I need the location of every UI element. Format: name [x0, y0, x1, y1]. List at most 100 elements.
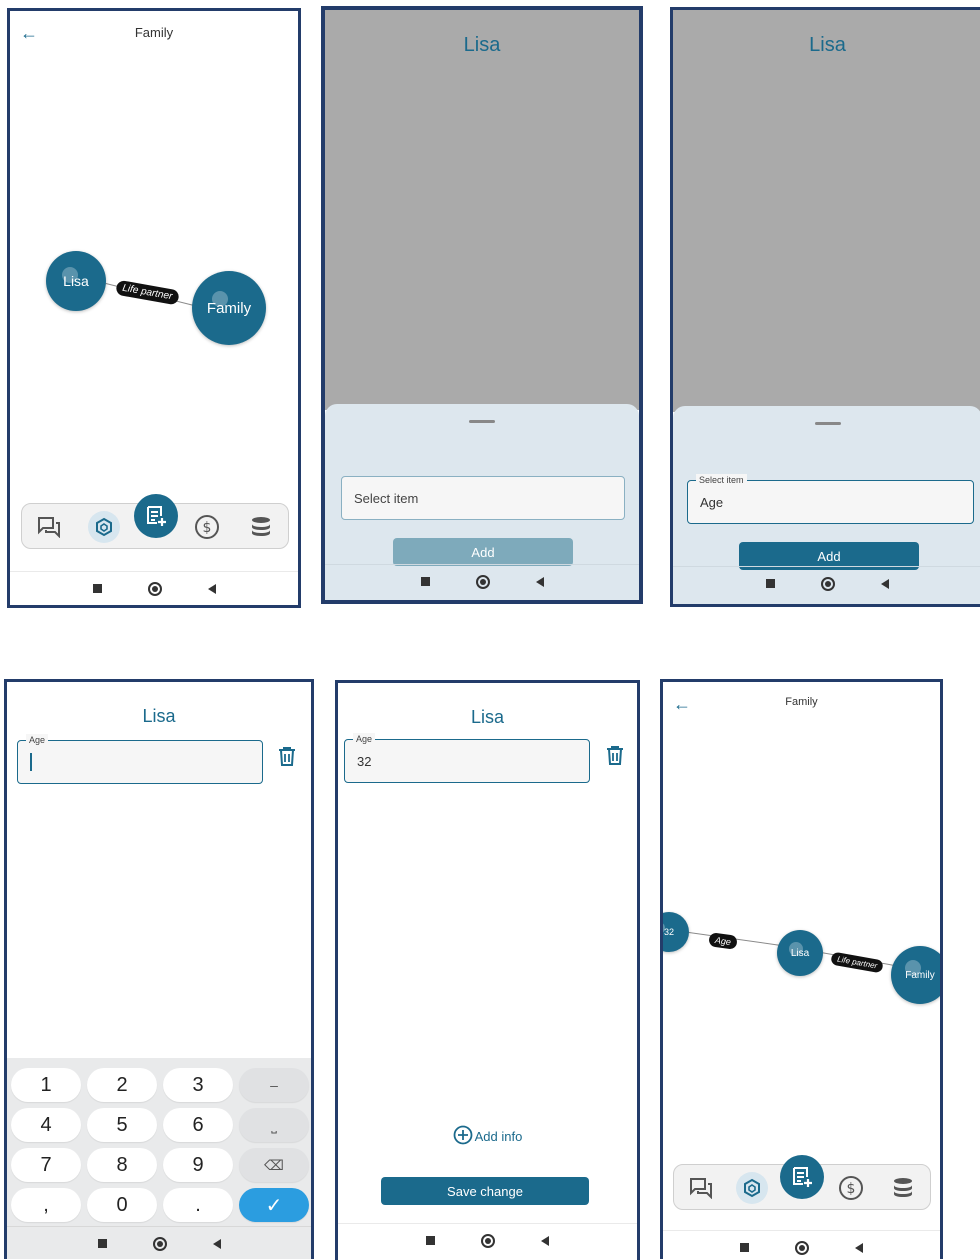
field-value: 32 — [357, 753, 372, 769]
field-placeholder: Select item — [354, 490, 419, 506]
svg-text:$: $ — [847, 1181, 856, 1197]
recent-apps-icon[interactable] — [766, 579, 775, 588]
node-label: Lisa — [63, 273, 89, 289]
key-minus[interactable]: – — [239, 1068, 309, 1102]
page-title: Family — [785, 696, 818, 708]
database-icon[interactable] — [890, 1175, 916, 1201]
screen-family-graph: ← Family Lisa Life partner Family $ — [7, 8, 301, 608]
back-nav-icon[interactable] — [881, 578, 889, 589]
select-item-field[interactable]: Select item — [341, 476, 625, 520]
edge-label[interactable]: Life partner — [830, 951, 885, 974]
edge-label[interactable]: Age — [708, 932, 738, 950]
system-nav-bar — [673, 566, 980, 600]
system-nav-bar — [338, 1223, 637, 1257]
add-info-button[interactable]: Add info — [338, 1125, 637, 1148]
system-nav-bar — [7, 1226, 311, 1259]
back-nav-icon[interactable] — [535, 576, 544, 587]
graph-node-family[interactable]: Family — [891, 946, 940, 1004]
bottom-sheet: Select item Age Add — [673, 406, 980, 604]
recent-apps-icon[interactable] — [740, 1243, 749, 1252]
screen-select-item-empty: Lisa Select item Add — [321, 6, 643, 604]
key-1[interactable]: 1 — [11, 1068, 81, 1102]
recent-apps-icon[interactable] — [426, 1236, 435, 1245]
key-8[interactable]: 8 — [87, 1148, 157, 1182]
app-header: ← Family — [663, 694, 940, 716]
graph-node-lisa[interactable]: Lisa — [46, 251, 106, 311]
text-cursor — [30, 753, 32, 771]
recent-apps-icon[interactable] — [420, 577, 430, 586]
sheet-drag-handle[interactable] — [814, 422, 841, 425]
app-header: ← Family — [10, 23, 298, 45]
modal-overlay[interactable]: Lisa — [673, 10, 980, 412]
field-label: Age — [26, 734, 49, 746]
key-0[interactable]: 0 — [87, 1188, 157, 1222]
key-4[interactable]: 4 — [11, 1108, 81, 1142]
node-label: Family — [905, 969, 935, 981]
key-space[interactable]: ⎵ — [239, 1108, 309, 1142]
dollar-icon[interactable]: $ — [838, 1175, 864, 1201]
edge-label[interactable]: Life partner — [115, 279, 180, 306]
key-9[interactable]: 9 — [163, 1148, 233, 1182]
database-icon[interactable] — [248, 514, 274, 540]
page-title: Lisa — [142, 706, 176, 726]
save-change-button[interactable]: Save change — [381, 1177, 589, 1205]
age-field[interactable]: Age 32 — [344, 733, 590, 783]
svg-text:$: $ — [203, 520, 212, 536]
home-icon[interactable] — [147, 581, 162, 596]
key-6[interactable]: 6 — [163, 1108, 233, 1142]
cube-icon[interactable] — [88, 511, 120, 543]
key-backspace[interactable]: ⌫ — [239, 1148, 309, 1182]
graph-node-32[interactable]: 32 — [663, 912, 689, 952]
dollar-icon[interactable]: $ — [194, 514, 220, 540]
numeric-keyboard: 1 2 3 – 4 5 6 ⎵ 7 8 9 ⌫ , 0 . ✓ — [7, 1058, 311, 1259]
chat-icon[interactable] — [36, 514, 62, 540]
add-circle-icon — [453, 1125, 473, 1148]
add-button[interactable]: Add — [393, 538, 573, 566]
screen-age-filled: Lisa Age 32 Add info Save change — [335, 680, 640, 1260]
page-title: Lisa — [809, 34, 846, 56]
bottom-sheet: Select item Add — [325, 404, 639, 600]
note-add-icon[interactable] — [780, 1155, 824, 1199]
back-nav-icon[interactable] — [207, 583, 216, 594]
field-label: Select item — [696, 474, 747, 486]
trash-icon[interactable] — [606, 745, 624, 770]
modal-overlay[interactable]: Lisa — [325, 10, 639, 410]
back-nav-icon[interactable] — [541, 1235, 549, 1246]
recent-apps-icon[interactable] — [97, 1239, 107, 1248]
page-title: Family — [134, 25, 174, 40]
node-label: Family — [206, 299, 252, 317]
key-5[interactable]: 5 — [87, 1108, 157, 1142]
add-info-label: Add info — [474, 1129, 523, 1144]
back-nav-icon[interactable] — [855, 1242, 863, 1253]
key-period[interactable]: . — [163, 1188, 233, 1222]
field-value: Age — [700, 494, 724, 510]
key-comma[interactable]: , — [11, 1188, 81, 1222]
home-icon[interactable] — [152, 1236, 167, 1251]
recent-apps-icon[interactable] — [92, 584, 102, 593]
key-7[interactable]: 7 — [11, 1148, 81, 1182]
page-title: Lisa — [463, 34, 501, 56]
screen-select-item-age: Lisa Select item Age Add — [670, 7, 980, 607]
key-2[interactable]: 2 — [87, 1068, 157, 1102]
bottom-toolbar: $ — [21, 494, 289, 549]
select-item-field[interactable]: Select item Age — [687, 474, 974, 524]
note-add-icon[interactable] — [134, 494, 178, 538]
home-icon[interactable] — [821, 576, 835, 591]
back-nav-icon[interactable] — [212, 1238, 221, 1249]
age-field[interactable]: Age — [17, 734, 263, 784]
key-3[interactable]: 3 — [163, 1068, 233, 1102]
graph-node-lisa[interactable]: Lisa — [777, 930, 823, 976]
system-nav-bar — [10, 571, 298, 605]
home-icon[interactable] — [481, 1233, 495, 1248]
field-label: Age — [353, 733, 376, 745]
key-done[interactable]: ✓ — [239, 1188, 309, 1222]
node-label: 32 — [663, 927, 674, 937]
trash-icon[interactable] — [278, 746, 296, 771]
home-icon[interactable] — [475, 574, 490, 589]
graph-node-family[interactable]: Family — [192, 271, 266, 345]
sheet-drag-handle[interactable] — [469, 420, 495, 423]
chat-icon[interactable] — [688, 1175, 714, 1201]
bottom-toolbar: $ — [673, 1155, 931, 1210]
cube-icon[interactable] — [736, 1172, 768, 1204]
home-icon[interactable] — [795, 1240, 809, 1255]
